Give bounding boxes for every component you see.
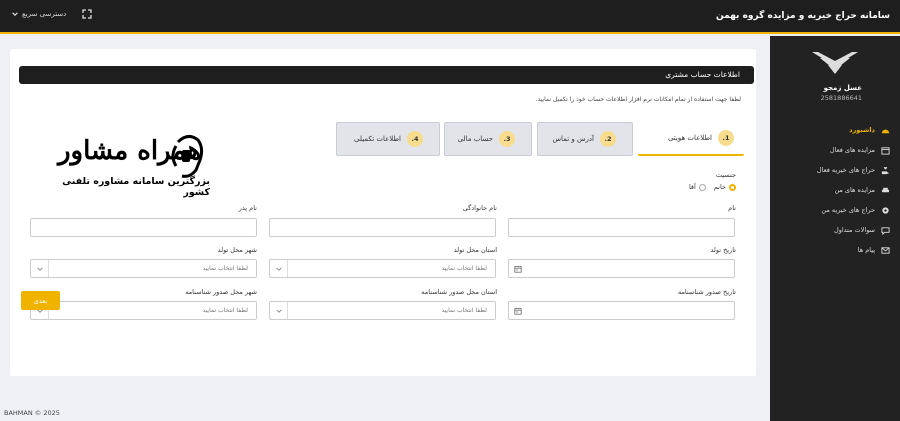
id-issue-city-select[interactable]: لطفا انتخاب نمایید	[30, 301, 257, 320]
chat-icon	[881, 226, 890, 235]
chevron-down-icon	[12, 12, 18, 17]
sidebar-item-active-charity[interactable]: حراج های خیریه فعال	[770, 160, 900, 180]
mail-icon	[881, 246, 890, 254]
sidebar-item-dashboard[interactable]: داشبورد	[770, 120, 900, 140]
gender-radio-group: خانم آقا	[689, 183, 736, 191]
sidebar-item-label: مزایده های من	[834, 186, 875, 194]
step-extra[interactable]: 4. اطلاعات تکمیلی	[336, 122, 440, 156]
father-name-label: نام پدر	[238, 204, 257, 212]
sidebar-item-label: پیام ها	[857, 246, 875, 254]
user-name: عسل زمجو	[823, 84, 862, 92]
quick-access-label: دسترسی سریع	[22, 10, 67, 18]
sidebar-item-label: حراج های خیریه من	[821, 206, 875, 214]
calendar-icon[interactable]	[514, 307, 522, 315]
birth-city-select[interactable]: لطفا انتخاب نمایید	[30, 259, 257, 278]
step-label: اطلاعات تکمیلی	[354, 135, 401, 143]
first-name-input[interactable]	[508, 218, 735, 237]
watermark: همراه مشاور بزرگترین سامانه مشاوره تلفنی…	[36, 130, 210, 198]
birth-province-label: استان محل تولد	[453, 246, 497, 254]
car-icon	[881, 187, 890, 192]
radio-dot	[729, 183, 736, 191]
birth-city-label: شهر محل تولد	[217, 246, 257, 254]
card-description: لطفا جهت استفاده از تمام امکانات نرم افز…	[535, 96, 741, 103]
gender-female-radio[interactable]: خانم	[714, 183, 736, 191]
calendar-icon[interactable]	[514, 265, 522, 273]
fullscreen-icon[interactable]	[82, 9, 92, 19]
hand-heart-icon	[881, 166, 890, 174]
step-identity[interactable]: 1. اطلاعات هویتی	[638, 122, 744, 156]
user-id: 2581886641	[820, 94, 862, 102]
select-placeholder: لطفا انتخاب نمایید	[202, 307, 248, 314]
last-name-label: نام خانوادگی	[462, 204, 497, 212]
id-issue-date-label: تاریخ صدور شناسنامه	[677, 288, 736, 296]
top-bar: سامانه حراج خیریه و مزایده گروه بهمن دست…	[0, 0, 900, 34]
radio-dot	[698, 183, 706, 191]
id-issue-date-input[interactable]	[508, 301, 735, 320]
account-info-card: اطلاعات حساب مشتری لطفا جهت استفاده از ت…	[10, 49, 756, 376]
sidebar-item-messages[interactable]: پیام ها	[770, 240, 900, 260]
step-number: 4.	[407, 131, 423, 147]
next-button[interactable]: بعدی	[21, 291, 60, 310]
sidebar-item-label: حراج های خیریه فعال	[816, 166, 875, 174]
card-title: اطلاعات حساب مشتری	[665, 70, 740, 79]
sidebar-item-faq[interactable]: سوالات متداول	[770, 220, 900, 240]
step-label: اطلاعات هویتی	[667, 134, 712, 142]
brand-logo	[812, 52, 858, 74]
first-name-label: نام	[728, 204, 736, 212]
step-label: حساب مالی	[457, 135, 493, 143]
sidebar-item-label: مزایده های فعال	[829, 146, 875, 154]
gender-label: جنسیت	[715, 171, 736, 179]
step-label: آدرس و تماس	[552, 135, 595, 143]
birth-date-input[interactable]	[508, 259, 735, 278]
birth-province-select[interactable]: لطفا انتخاب نمایید	[269, 259, 496, 278]
id-issue-city-label: شهر محل صدور شناسنامه	[185, 288, 257, 296]
footer-copyright: BAHMAN © 2025	[4, 409, 60, 417]
sidebar: عسل زمجو 2581886641 داشبورد مزایده های ف…	[770, 36, 900, 421]
chevron-down-icon	[31, 260, 49, 277]
watermark-subtitle: بزرگترین سامانه مشاوره تلفنی کشور	[62, 176, 210, 198]
app-title: سامانه حراج خیریه و مزایده گروه بهمن	[715, 11, 890, 21]
sidebar-item-active-auctions[interactable]: مزایده های فعال	[770, 140, 900, 160]
radio-label: آقا	[688, 183, 696, 191]
step-number: 3.	[499, 131, 515, 147]
father-name-input[interactable]	[30, 218, 257, 237]
step-number: 1.	[718, 130, 734, 146]
step-number: 2.	[600, 131, 616, 147]
calendar-icon	[881, 146, 890, 155]
select-placeholder: لطفا انتخاب نمایید	[441, 265, 487, 272]
quick-access-menu[interactable]: دسترسی سریع	[12, 10, 66, 18]
chevron-down-icon	[270, 302, 288, 319]
last-name-input[interactable]	[269, 218, 496, 237]
sidebar-item-label: داشبورد	[849, 126, 875, 134]
sidebar-menu: داشبورد مزایده های فعال حراج های خیریه ف…	[770, 120, 900, 260]
sidebar-item-my-auctions[interactable]: مزایده های من	[770, 180, 900, 200]
sidebar-item-my-charity[interactable]: حراج های خیریه من	[770, 200, 900, 220]
chevron-down-icon	[270, 260, 288, 277]
birth-date-label: تاریخ تولد	[710, 246, 736, 254]
step-address[interactable]: 2. آدرس و تماس	[537, 122, 633, 156]
dashboard-icon	[881, 129, 890, 133]
id-issue-province-label: استان محل صدور شناسنامه	[421, 288, 497, 296]
id-issue-province-select[interactable]: لطفا انتخاب نمایید	[269, 301, 496, 320]
step-finance[interactable]: 3. حساب مالی	[444, 122, 532, 156]
select-placeholder: لطفا انتخاب نمایید	[202, 265, 248, 272]
gender-male-radio[interactable]: آقا	[689, 183, 706, 191]
gear-icon	[882, 206, 889, 214]
card-header: اطلاعات حساب مشتری	[19, 66, 754, 84]
sidebar-item-label: سوالات متداول	[833, 226, 875, 234]
select-placeholder: لطفا انتخاب نمایید	[441, 307, 487, 314]
radio-label: خانم	[713, 183, 726, 191]
